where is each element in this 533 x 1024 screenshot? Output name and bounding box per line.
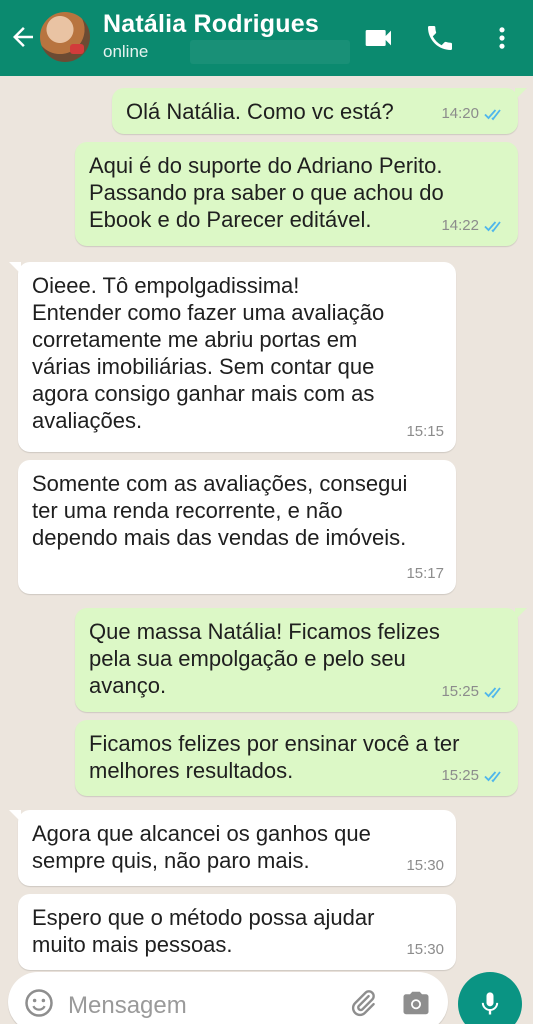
message-time: 15:25 [441,683,479,700]
message-input[interactable]: Mensagem [68,992,187,1020]
message-text: Somente com as avaliações, consegui ter … [32,471,408,550]
message-meta: 14:22 [441,212,506,239]
message-outgoing[interactable]: Que massa Natália! Ficamos felizes pela … [75,608,527,712]
message-meta: 15:25 [441,762,506,789]
message-time: 14:20 [441,105,479,122]
message-meta: 15:30 [406,852,444,879]
message-outgoing[interactable]: Ficamos felizes por ensinar você a ter m… [75,720,518,796]
message-meta: 15:17 [406,560,444,587]
video-call-icon[interactable] [362,22,396,54]
message-text: Agora que alcancei os ganhos que sempre … [32,821,371,873]
message-time: 15:25 [441,767,479,784]
message-outgoing[interactable]: Olá Natália. Como vc está? 14:20 [112,88,527,134]
double-check-icon [484,770,501,782]
message-text: Espero que o método possa ajudar muito m… [32,905,375,957]
message-time: 15:17 [406,565,444,582]
message-meta: 15:30 [406,936,444,963]
message-meta: 15:15 [406,418,444,445]
message-input-bar[interactable]: Mensagem [8,972,448,1024]
emoji-icon[interactable] [24,988,54,1018]
double-check-icon [484,220,501,232]
message-incoming[interactable]: Agora que alcancei os ganhos que sempre … [9,810,456,886]
message-time: 15:30 [406,857,444,874]
message-text: Oieee. Tô empolgadissima! Entender como … [32,273,385,433]
mic-icon [481,992,499,1015]
message-outgoing[interactable]: Aqui é do suporte do Adriano Perito. Pas… [75,142,518,246]
message-time: 15:15 [406,423,444,440]
camera-icon[interactable] [400,988,432,1018]
avatar[interactable] [40,12,90,62]
attach-icon[interactable] [348,988,378,1018]
message-incoming[interactable]: Oieee. Tô empolgadissima! Entender como … [9,262,456,452]
chat-area[interactable]: Olá Natália. Como vc está? 14:20 Aqui é … [0,76,533,970]
back-arrow-icon[interactable] [8,22,38,52]
message-incoming[interactable]: Somente com as avaliações, consegui ter … [18,460,456,594]
contact-name[interactable]: Natália Rodrigues [103,10,319,39]
message-incoming[interactable]: Espero que o método possa ajudar muito m… [18,894,456,970]
blurred-region [190,40,350,64]
message-meta: 15:25 [441,678,506,705]
mic-button[interactable] [458,972,522,1024]
double-check-icon [484,686,501,698]
contact-status: online [103,42,149,61]
chat-header: Natália Rodrigues online [0,0,533,76]
message-meta: 14:20 [441,100,506,127]
double-check-icon [484,108,501,120]
message-time: 14:22 [441,217,479,234]
message-time: 15:30 [406,941,444,958]
more-vert-icon[interactable] [488,22,522,54]
phone-icon[interactable] [424,22,458,54]
